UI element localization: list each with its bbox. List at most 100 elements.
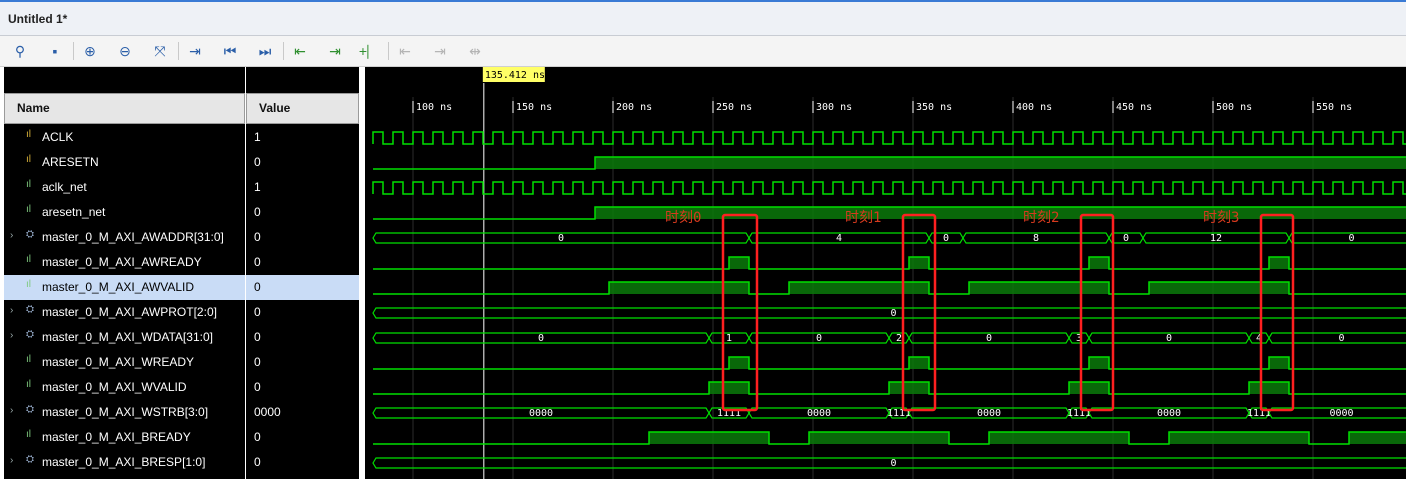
signal-row[interactable]: › ⛭ master_0_M_AXI_AWADDR[31:0]	[4, 225, 245, 250]
next-marker-icon: ⇥	[434, 42, 446, 59]
signal-row[interactable]: › ⛭ master_0_M_AXI_AWPROT[2:0]	[4, 300, 245, 325]
signal-value-cell[interactable]: 0	[246, 325, 359, 350]
bus-signal-icon: ⛭	[26, 329, 34, 340]
signal-value: 0	[254, 155, 261, 169]
signal-high-fill	[609, 282, 749, 294]
signal-name: master_0_M_AXI_WVALID	[42, 380, 187, 394]
signal-value: 0	[254, 255, 261, 269]
name-column-header[interactable]: Name	[4, 93, 245, 124]
toolbar-separator	[178, 42, 179, 60]
bus-value-label: 0	[943, 233, 949, 244]
time-tick-label: 150 ns	[516, 102, 552, 113]
signal-row[interactable]: ıl aclk_net	[4, 175, 245, 200]
bus-value-label: 8	[1033, 233, 1039, 244]
signal-name: master_0_M_AXI_AWPROT[2:0]	[42, 305, 217, 319]
signal-row[interactable]: ıl master_0_M_AXI_AWREADY	[4, 250, 245, 275]
signal-high-fill	[649, 432, 769, 444]
cursor-time-label: 135.412 ns	[485, 70, 545, 81]
signal-name: master_0_M_AXI_BRESP[1:0]	[42, 455, 206, 469]
bit-signal-icon: ıl	[26, 279, 31, 290]
signal-high-fill	[709, 382, 749, 394]
expand-chevron-icon[interactable]: ›	[10, 455, 13, 466]
signal-high-fill	[1349, 432, 1406, 444]
signal-high-fill	[1249, 382, 1289, 394]
signal-value-cell[interactable]: 1	[246, 125, 359, 150]
search-icon[interactable]: ⚲	[10, 41, 30, 61]
zoom-in-icon[interactable]: ⊕	[80, 41, 100, 61]
signal-high-fill	[1169, 432, 1309, 444]
previous-transition-icon[interactable]: ⇤	[290, 41, 310, 61]
bus-value-label: 0	[538, 333, 544, 344]
signal-row[interactable]: ıl master_0_M_AXI_WVALID	[4, 375, 245, 400]
zoom-fit-icon[interactable]: ⤧	[150, 41, 170, 61]
signal-value: 1	[254, 180, 261, 194]
add-marker-icon[interactable]: +⎸	[359, 41, 381, 61]
signal-name: master_0_M_AXI_BREADY	[42, 430, 191, 444]
signal-row[interactable]: ıl master_0_M_AXI_WREADY	[4, 350, 245, 375]
signal-value-cell[interactable]: 0	[246, 300, 359, 325]
signal-value-cell[interactable]: 0	[246, 425, 359, 450]
bit-waveform	[373, 356, 1406, 370]
signal-value-cell[interactable]: 0	[246, 275, 359, 300]
signal-row[interactable]: ıl master_0_M_AXI_BREADY	[4, 425, 245, 450]
signal-row[interactable]: › ⛭ master_0_M_AXI_WSTRB[3:0]	[4, 400, 245, 425]
signal-row[interactable]: ıl ARESETN	[4, 150, 245, 175]
signal-name: master_0_M_AXI_WDATA[31:0]	[42, 330, 213, 344]
signal-value: 0	[254, 280, 261, 294]
expand-chevron-icon[interactable]: ›	[10, 230, 13, 241]
signal-name: master_0_M_AXI_AWADDR[31:0]	[42, 230, 224, 244]
bus-value-label: 4	[836, 233, 842, 244]
go-to-cursor-icon[interactable]: ⇥	[185, 41, 205, 61]
signal-value-cell[interactable]: 0000	[246, 400, 359, 425]
bit-signal-icon: ıl	[26, 254, 31, 265]
go-to-last-time-icon[interactable]: ⏭	[255, 41, 275, 61]
expand-chevron-icon[interactable]: ›	[10, 305, 13, 316]
clock-waveform	[372, 131, 1406, 145]
signal-value: 1	[254, 130, 261, 144]
signal-high-fill	[1149, 282, 1289, 294]
signal-row[interactable]: › ⛭ master_0_M_AXI_BRESP[1:0]	[4, 450, 245, 475]
waveform-pane[interactable]: 100 ns 150 ns 200 ns 250 ns 300 ns 350 ns 400 …	[365, 67, 1406, 479]
annotation-box	[1079, 213, 1115, 412]
signal-value-cell[interactable]: 0	[246, 200, 359, 225]
signal-high-fill	[1089, 357, 1109, 369]
signal-name: master_0_M_AXI_WREADY	[42, 355, 195, 369]
save-icon[interactable]: ▪	[45, 41, 65, 61]
signal-value-cell[interactable]: 0	[246, 250, 359, 275]
annotation-label: 时刻2	[1023, 210, 1059, 226]
signal-value-cell[interactable]: 0	[246, 450, 359, 475]
annotation-label: 时刻0	[665, 210, 701, 226]
bus-value-label: 0	[1338, 333, 1344, 344]
time-tick-label: 200 ns	[616, 102, 652, 113]
zoom-out-icon[interactable]: ⊖	[115, 41, 135, 61]
waveform-canvas[interactable]: 100 ns 150 ns 200 ns 250 ns 300 ns 350 ns 400 …	[365, 67, 1406, 479]
signal-row[interactable]: ıl master_0_M_AXI_AWVALID	[4, 275, 245, 300]
window-title: Untitled 1*	[8, 12, 68, 26]
signal-row[interactable]: ıl aresetn_net	[4, 200, 245, 225]
go-to-time-0-icon[interactable]: ⏮	[220, 41, 240, 61]
expand-chevron-icon[interactable]: ›	[10, 330, 13, 341]
swap-cursors-icon: ⇹	[469, 42, 481, 59]
signal-high-fill	[729, 357, 749, 369]
signal-value-cell[interactable]: 0	[246, 375, 359, 400]
toolbar-separator	[283, 42, 284, 60]
next-transition-icon[interactable]: ⇥	[325, 41, 345, 61]
signal-value-cell[interactable]: 1	[246, 175, 359, 200]
bus-value-label: 0	[890, 458, 896, 469]
bus-signal-icon: ⛭	[26, 304, 34, 315]
signal-value-cell[interactable]: 0	[246, 225, 359, 250]
value-column-header[interactable]: Value	[246, 93, 359, 124]
bit-signal-icon: ıl	[26, 204, 31, 215]
expand-chevron-icon[interactable]: ›	[10, 405, 13, 416]
bus-value-label: 0	[558, 233, 564, 244]
signal-high-fill	[729, 257, 749, 269]
signal-high-fill	[889, 382, 929, 394]
bus-value-label: 12	[1210, 233, 1222, 244]
bus-value-label: 0	[1123, 233, 1129, 244]
signal-row[interactable]: › ⛭ master_0_M_AXI_WDATA[31:0]	[4, 325, 245, 350]
signal-value-cell[interactable]: 0	[246, 350, 359, 375]
signal-value-cell[interactable]: 0	[246, 150, 359, 175]
signal-row[interactable]: ıl ACLK	[4, 125, 245, 150]
time-tick-label: 550 ns	[1316, 102, 1352, 113]
time-tick-label: 250 ns	[716, 102, 752, 113]
